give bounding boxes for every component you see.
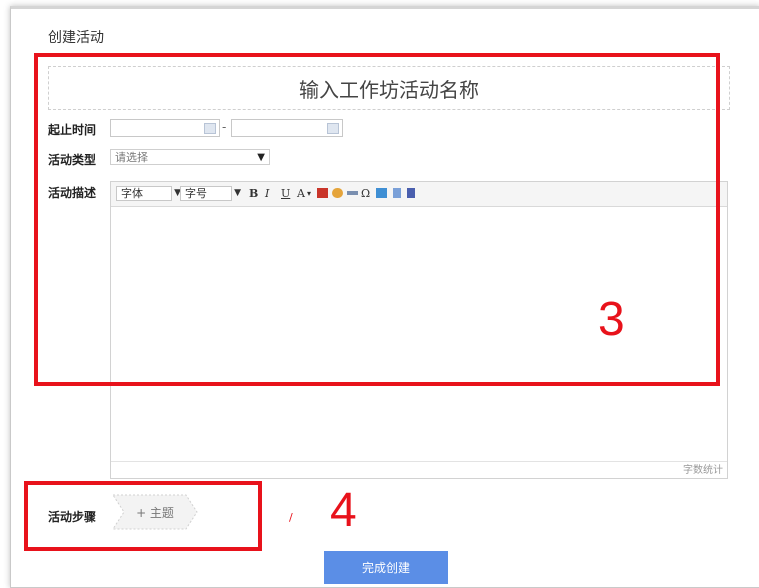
annotation-label-3: 3 <box>598 293 625 346</box>
annotation-label-4: 4 <box>330 484 357 537</box>
page-title: 创建活动 <box>48 30 104 46</box>
word-count: 字数统计 <box>683 465 723 476</box>
word-count-bar: 字数统计 <box>111 461 727 478</box>
annotation-box-4 <box>24 481 262 551</box>
finish-create-button[interactable]: 完成创建 <box>324 551 448 584</box>
annotation-mark: / <box>289 511 293 524</box>
